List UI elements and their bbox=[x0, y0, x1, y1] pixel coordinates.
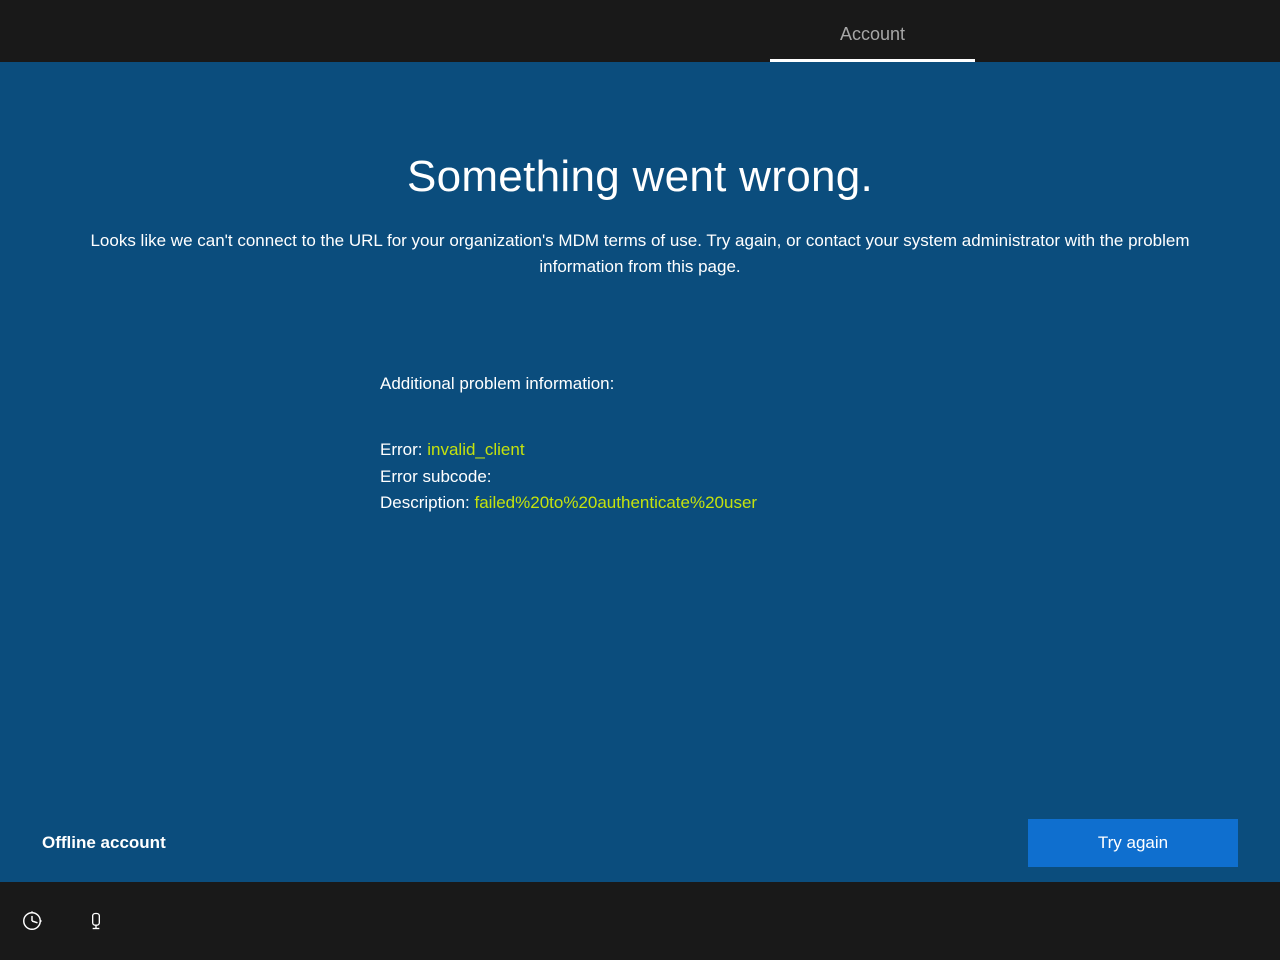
body-panel: Something went wrong. Looks like we can'… bbox=[0, 62, 1280, 882]
error-label: Error: bbox=[380, 440, 427, 459]
subcode-label: Error subcode: bbox=[380, 467, 492, 486]
error-message: Looks like we can't connect to the URL f… bbox=[60, 228, 1220, 279]
description-value: failed%20to%20authenticate%20user bbox=[474, 493, 757, 512]
action-bar: Offline account Try again bbox=[0, 804, 1280, 882]
subcode-row: Error subcode: bbox=[380, 464, 900, 490]
page-title: Something went wrong. bbox=[60, 152, 1220, 202]
ease-of-access-icon[interactable] bbox=[18, 907, 46, 935]
details-heading: Additional problem information: bbox=[380, 371, 900, 397]
offline-account-link[interactable]: Offline account bbox=[42, 833, 166, 853]
footer-bar bbox=[0, 882, 1280, 960]
content-area: Something went wrong. Looks like we can'… bbox=[0, 62, 1280, 804]
oobe-error-screen: Account Something went wrong. Looks like… bbox=[0, 0, 1280, 960]
error-row: Error: invalid_client bbox=[380, 437, 900, 463]
header-bar: Account bbox=[0, 0, 1280, 62]
description-row: Description: failed%20to%20authenticate%… bbox=[380, 490, 900, 516]
input-method-icon[interactable] bbox=[82, 907, 110, 935]
error-value: invalid_client bbox=[427, 440, 524, 459]
description-label: Description: bbox=[380, 493, 474, 512]
try-again-button[interactable]: Try again bbox=[1028, 819, 1238, 867]
tab-account[interactable]: Account bbox=[770, 24, 975, 62]
error-details: Additional problem information: Error: i… bbox=[380, 371, 900, 516]
tab-bar: Account bbox=[0, 24, 1280, 62]
